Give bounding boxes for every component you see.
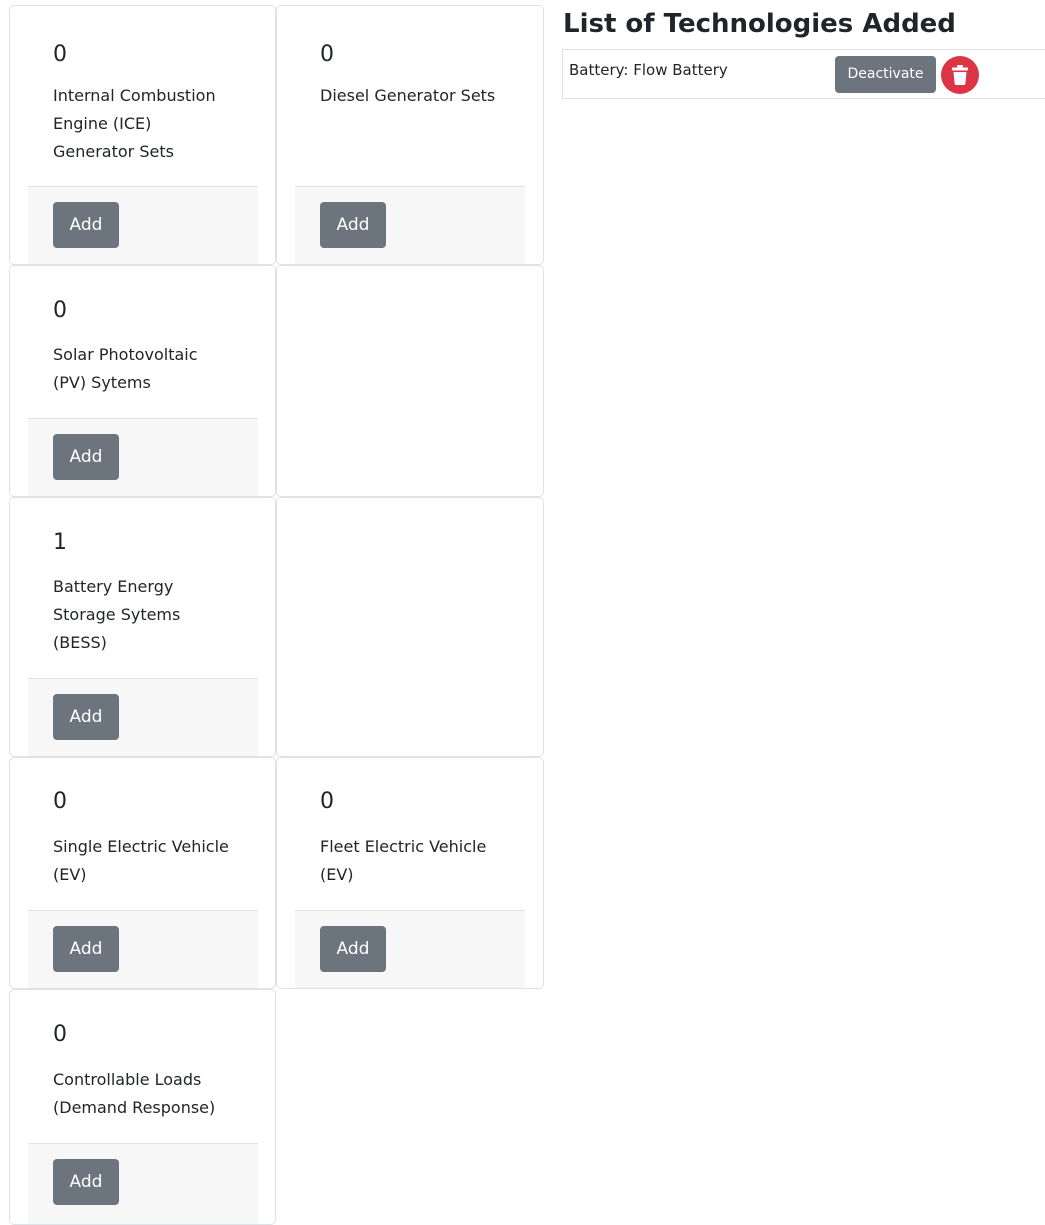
deactivate-button[interactable]: Deactivate <box>835 56 936 93</box>
tech-card-controllable-loads: 0 Controllable Loads (Demand Response) A… <box>9 989 276 1225</box>
add-ice-generator-button[interactable]: Add <box>53 202 119 248</box>
empty-card <box>276 497 544 757</box>
tech-card-diesel-generator: 0 Diesel Generator Sets Add <box>276 5 544 265</box>
tech-card-bess: 1 Battery Energy Storage Sytems (BESS) A… <box>9 497 276 757</box>
card-footer: Add <box>295 186 525 264</box>
add-diesel-generator-button[interactable]: Add <box>320 202 386 248</box>
tech-card-fleet-ev: 0 Fleet Electric Vehicle (EV) Add <box>276 757 544 989</box>
added-item-label: Battery: Flow Battery <box>569 61 728 79</box>
empty-card <box>276 265 544 497</box>
tech-title: Controllable Loads (Demand Response) <box>53 1070 216 1117</box>
tech-card-solar-pv: 0 Solar Photovoltaic (PV) Sytems Add <box>9 265 276 497</box>
card-footer: Add <box>28 186 258 264</box>
tech-title: Solar Photovoltaic (PV) Sytems <box>53 345 198 392</box>
tech-card-single-ev: 0 Single Electric Vehicle (EV) Add <box>9 757 276 989</box>
card-footer: Add <box>28 910 258 988</box>
card-footer: Add <box>28 1143 258 1224</box>
tech-title: Fleet Electric Vehicle (EV) <box>320 837 487 884</box>
tech-count: 0 <box>320 42 334 67</box>
tech-count: 1 <box>53 530 67 555</box>
tech-count: 0 <box>53 1022 67 1047</box>
tech-count: 0 <box>320 789 334 814</box>
add-fleet-ev-button[interactable]: Add <box>320 926 386 972</box>
added-list-heading: List of Technologies Added <box>563 9 956 39</box>
tech-count: 0 <box>53 789 67 814</box>
card-footer: Add <box>28 678 258 756</box>
add-solar-pv-button[interactable]: Add <box>53 434 119 480</box>
tech-title: Internal Combustion Engine (ICE) Generat… <box>53 86 216 161</box>
tech-count: 0 <box>53 42 67 67</box>
tech-title: Single Electric Vehicle (EV) <box>53 837 229 884</box>
tech-title: Battery Energy Storage Sytems (BESS) <box>53 577 181 652</box>
card-footer: Add <box>28 418 258 496</box>
delete-button[interactable] <box>941 56 979 94</box>
tech-title: Diesel Generator Sets <box>320 86 496 105</box>
add-bess-button[interactable]: Add <box>53 694 119 740</box>
added-list-item: Battery: Flow Battery Deactivate <box>562 49 1045 99</box>
add-controllable-loads-button[interactable]: Add <box>53 1159 119 1205</box>
card-footer: Add <box>295 910 525 988</box>
tech-count: 0 <box>53 298 67 323</box>
add-single-ev-button[interactable]: Add <box>53 926 119 972</box>
trash-icon <box>952 65 968 85</box>
tech-card-ice-generator: 0 Internal Combustion Engine (ICE) Gener… <box>9 5 276 265</box>
